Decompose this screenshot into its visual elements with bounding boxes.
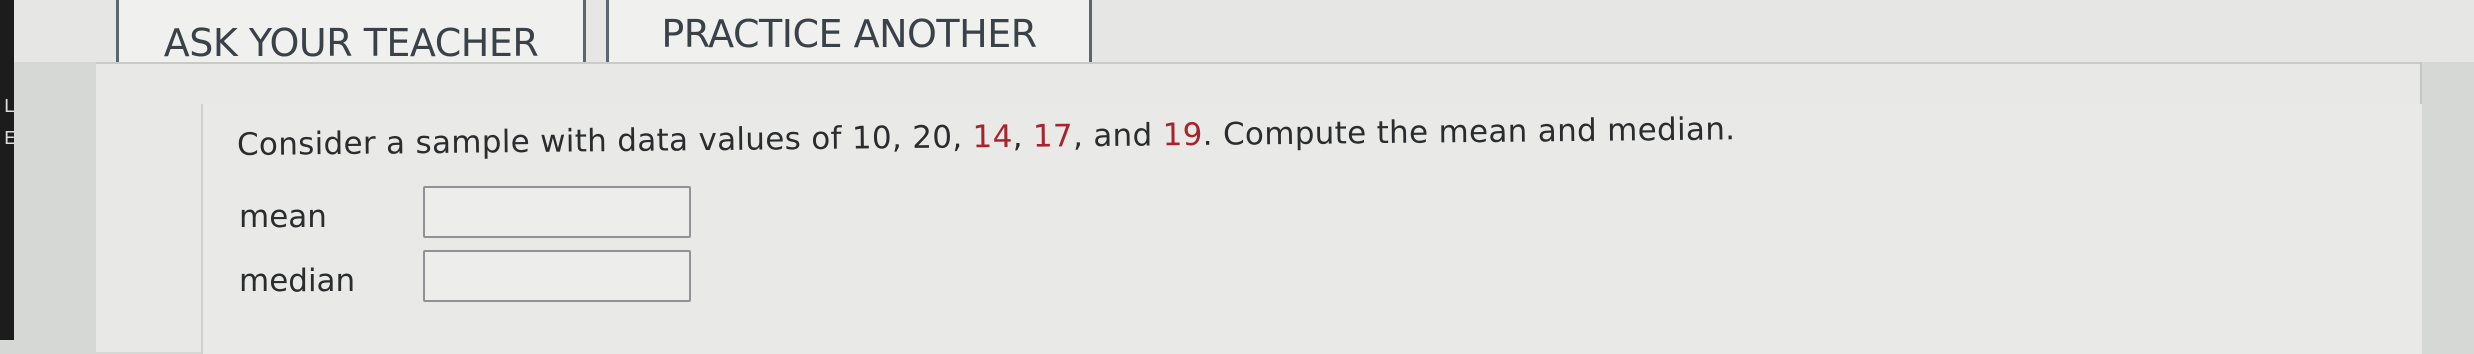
question-prefix: Consider a sample with data values of 10…	[236, 119, 973, 163]
question-panel: Consider a sample with data values of 10…	[96, 62, 2422, 354]
median-label: median	[239, 263, 356, 299]
question-separator: ,	[1012, 118, 1034, 155]
question-separator: , and	[1072, 117, 1163, 155]
question-suffix: . Compute the mean and median.	[1202, 111, 1736, 153]
mean-label: mean	[239, 199, 327, 235]
edge-glyph-top: L	[4, 96, 15, 117]
data-value-highlight: 14	[972, 118, 1013, 156]
edge-glyph-bottom: E	[4, 128, 16, 149]
data-value-highlight: 19	[1162, 116, 1203, 154]
page-left-edge: L E	[0, 0, 16, 340]
mean-input[interactable]	[423, 186, 691, 238]
data-value-highlight: 17	[1032, 118, 1074, 155]
median-input[interactable]	[423, 250, 691, 302]
